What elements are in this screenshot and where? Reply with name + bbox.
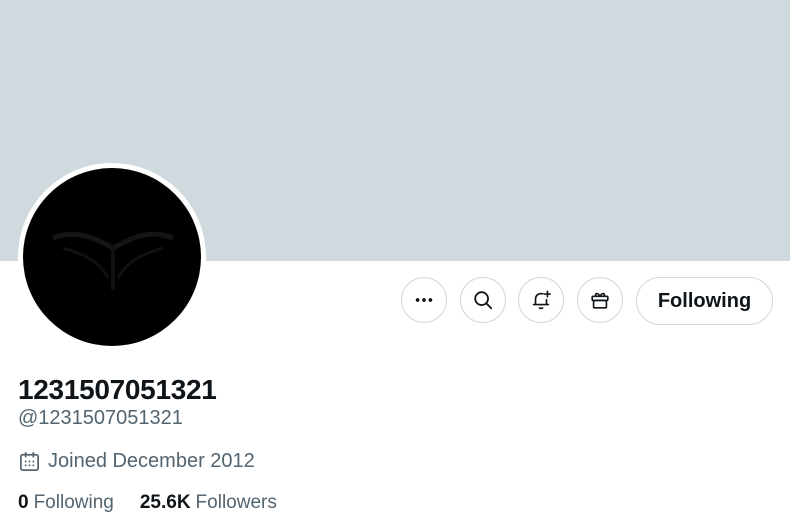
followers-label: Followers: [195, 492, 277, 513]
followers-link[interactable]: 25.6K Followers: [140, 492, 277, 514]
following-button[interactable]: Following: [636, 277, 773, 325]
avatar[interactable]: [23, 168, 201, 346]
calendar-icon: [20, 452, 39, 471]
search-icon: [474, 291, 493, 310]
profile-stats: 0 Following 25.6K Followers: [18, 492, 303, 514]
followers-count: 25.6K: [139, 492, 191, 513]
user-handle: @1231507051321: [18, 407, 183, 429]
search-button[interactable]: [460, 277, 506, 323]
avatar-border: [18, 163, 206, 351]
display-name: 1231507051321: [18, 374, 217, 405]
following-link[interactable]: 0 Following: [18, 492, 114, 514]
bell-plus-icon: [532, 290, 551, 310]
join-date-text: Joined December 2012: [48, 450, 255, 472]
more-options-button[interactable]: [401, 277, 447, 323]
following-count: 0: [18, 492, 29, 513]
gift-button[interactable]: [577, 277, 623, 323]
join-date: Joined December 2012: [18, 450, 255, 473]
following-label: Following: [33, 492, 114, 513]
notifications-button[interactable]: [518, 277, 564, 323]
gift-icon: [591, 292, 609, 309]
more-horizontal-icon: [415, 298, 433, 302]
avatar-artwork-icon: [52, 231, 174, 290]
